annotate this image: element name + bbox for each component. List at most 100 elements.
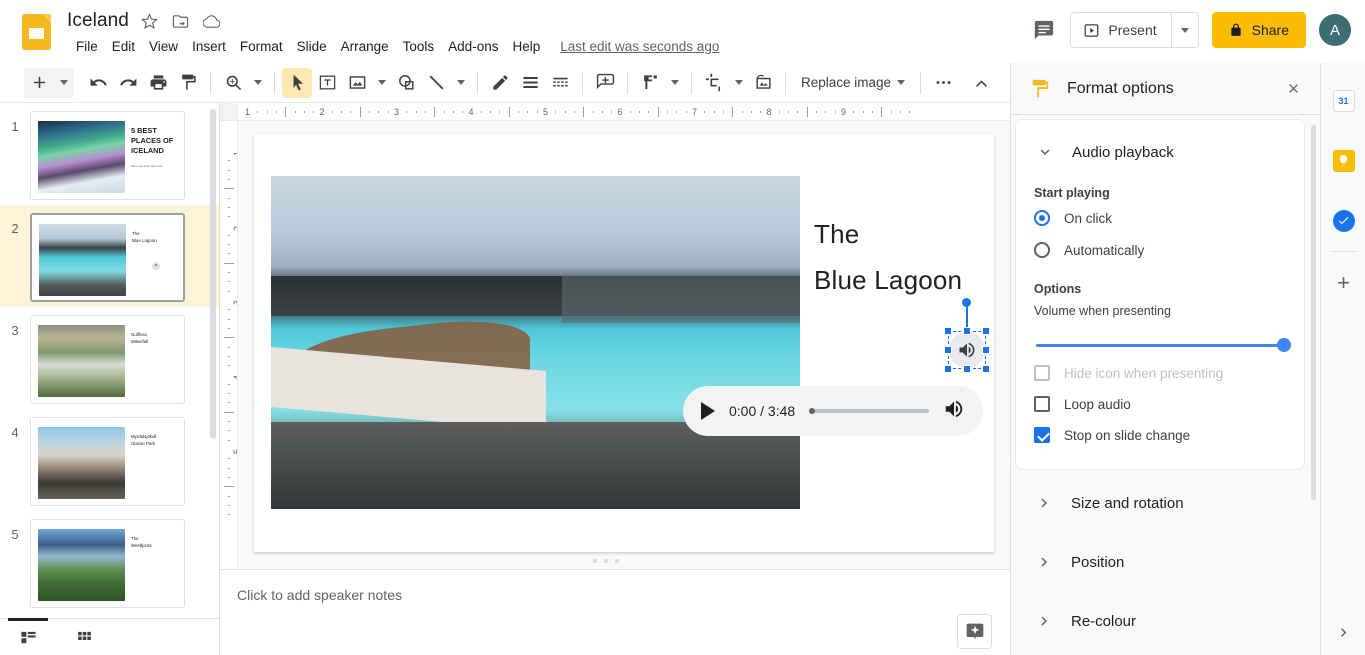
zoom-button[interactable] — [218, 68, 248, 98]
new-slide-button[interactable] — [24, 67, 54, 98]
speaker-notes-placeholder[interactable]: Click to add speaker notes — [237, 587, 1010, 603]
expand-rail-button[interactable] — [1321, 617, 1365, 647]
menu-file[interactable]: File — [69, 36, 105, 57]
transition-button[interactable] — [590, 68, 620, 98]
slide-thumbnail-2[interactable]: 2 The Blue Lagoon — [0, 205, 219, 307]
resize-handle-sw[interactable] — [944, 365, 952, 373]
volume-icon[interactable] — [943, 398, 965, 425]
slide-thumbnail-preview[interactable]: 5 BEST PLACES OF ICELAND Must see and mus… — [30, 111, 185, 200]
redo-button[interactable] — [113, 68, 143, 98]
new-slide-dropdown[interactable] — [54, 67, 74, 98]
notes-resize-handle[interactable] — [593, 559, 619, 563]
text-box-button[interactable] — [312, 68, 342, 98]
theme-button[interactable] — [545, 68, 575, 98]
add-addon-button[interactable]: + — [1321, 260, 1365, 305]
collapse-toolbar-button[interactable] — [966, 68, 996, 98]
resize-handle-se[interactable] — [982, 365, 990, 373]
audio-player[interactable]: 0:00 / 3:48 — [683, 386, 983, 436]
horizontal-ruler[interactable]: 1 2 3 4 5 6 7 8 9 — [220, 103, 1010, 121]
resize-handle-n[interactable] — [963, 327, 971, 335]
radio-automatically[interactable]: Automatically — [1016, 236, 1304, 264]
resize-handle-s[interactable] — [963, 365, 971, 373]
menu-slide[interactable]: Slide — [290, 36, 334, 57]
vertical-ruler[interactable]: 12345 — [220, 121, 238, 569]
menu-tools[interactable]: Tools — [396, 36, 442, 57]
audio-object-selection[interactable] — [944, 298, 990, 373]
shape-button[interactable] — [391, 68, 421, 98]
more-options-button[interactable] — [928, 68, 958, 98]
move-to-folder-icon[interactable] — [171, 11, 191, 31]
audio-playback-section-header[interactable]: Audio playback — [1016, 136, 1304, 168]
close-icon[interactable] — [1280, 76, 1306, 102]
radio-on-click[interactable]: On click — [1016, 204, 1304, 232]
speaker-notes-panel[interactable]: Click to add speaker notes — [220, 569, 1010, 655]
mask-image-button[interactable] — [748, 68, 778, 98]
slide-canvas-area[interactable]: The Blue Lagoon 0:00 / 3:48 — [238, 121, 1010, 569]
slide-thumbnail-preview[interactable]: Myrdalsjökull Glacier Park — [30, 417, 185, 506]
menu-edit[interactable]: Edit — [105, 36, 142, 57]
resize-handle-e[interactable] — [982, 346, 990, 354]
google-tasks-icon[interactable] — [1321, 198, 1365, 243]
menu-format[interactable]: Format — [233, 36, 290, 57]
insert-image-dropdown[interactable] — [372, 68, 391, 98]
volume-slider-knob[interactable] — [1277, 338, 1291, 352]
slide-thumbnail-preview[interactable]: The Westfjords — [30, 519, 185, 608]
checkbox-stop-on-slide-change[interactable]: Stop on slide change — [1016, 421, 1304, 449]
position-section[interactable]: Position — [1015, 542, 1305, 582]
resize-handle-w[interactable] — [944, 346, 952, 354]
audio-speaker-icon[interactable] — [949, 332, 985, 368]
format-options-button[interactable] — [635, 68, 665, 98]
menu-addons[interactable]: Add-ons — [441, 36, 505, 57]
paint-format-button[interactable] — [173, 68, 203, 98]
slide-title-text[interactable]: The Blue Lagoon — [814, 212, 994, 303]
crop-button[interactable] — [699, 68, 729, 98]
print-button[interactable] — [143, 68, 173, 98]
pen-button[interactable] — [485, 68, 515, 98]
play-icon[interactable] — [701, 402, 715, 420]
resize-handle-nw[interactable] — [944, 327, 952, 335]
star-icon[interactable] — [140, 11, 160, 31]
format-panel-scrollbar[interactable] — [1311, 125, 1316, 500]
present-dropdown-button[interactable] — [1170, 13, 1198, 47]
layout-button[interactable] — [515, 68, 545, 98]
last-edit-status[interactable]: Last edit was seconds ago — [560, 39, 719, 54]
menu-insert[interactable]: Insert — [185, 36, 233, 57]
google-keep-icon[interactable] — [1321, 138, 1365, 183]
menu-arrange[interactable]: Arrange — [334, 36, 396, 57]
slide-filmstrip[interactable]: 1 5 BEST PLACES OF ICELAND Must see and mu… — [0, 103, 220, 618]
line-dropdown[interactable] — [451, 68, 470, 98]
slide-thumbnail-4[interactable]: 4 Myrdalsjökull Glacier Park — [0, 409, 219, 511]
zoom-dropdown[interactable] — [248, 68, 267, 98]
resize-handle-ne[interactable] — [982, 327, 990, 335]
slide-thumbnail-3[interactable]: 3 Gullfoss Waterfall — [0, 307, 219, 409]
google-calendar-icon[interactable]: 31 — [1321, 78, 1365, 123]
filmstrip-scrollbar[interactable] — [210, 109, 216, 439]
current-slide[interactable]: The Blue Lagoon 0:00 / 3:48 — [254, 134, 994, 552]
rotation-handle[interactable] — [962, 298, 971, 307]
slide-thumbnail-1[interactable]: 1 5 BEST PLACES OF ICELAND Must see and mu… — [0, 103, 219, 205]
replace-image-button[interactable]: Replace image — [793, 68, 913, 98]
filmstrip-view-button[interactable] — [0, 618, 56, 655]
select-tool-button[interactable] — [282, 67, 312, 98]
avatar[interactable]: A — [1319, 14, 1351, 46]
size-and-rotation-section[interactable]: Size and rotation — [1015, 483, 1305, 523]
menu-help[interactable]: Help — [505, 36, 547, 57]
volume-slider[interactable] — [1036, 338, 1291, 352]
slide-thumbnail-preview[interactable]: Gullfoss Waterfall — [30, 315, 185, 404]
checkbox-loop-audio[interactable]: Loop audio — [1016, 390, 1304, 418]
explore-button[interactable] — [957, 614, 992, 649]
comment-history-icon[interactable] — [1031, 17, 1057, 43]
format-options-dropdown[interactable] — [665, 68, 684, 98]
crop-dropdown[interactable] — [729, 68, 748, 98]
document-title[interactable]: Iceland — [67, 10, 129, 32]
line-button[interactable] — [421, 68, 451, 98]
share-button[interactable]: Share — [1211, 12, 1306, 48]
undo-button[interactable] — [83, 68, 113, 98]
re-colour-section[interactable]: Re-colour — [1015, 601, 1305, 641]
slide-thumbnail-preview[interactable]: The Blue Lagoon — [30, 213, 185, 302]
audio-progress-slider[interactable] — [809, 408, 929, 414]
present-button[interactable]: Present — [1071, 13, 1170, 47]
cloud-saved-icon[interactable] — [202, 11, 222, 31]
grid-view-button[interactable] — [56, 619, 112, 655]
slide-thumbnail-5[interactable]: 5 The Westfjords — [0, 511, 219, 613]
